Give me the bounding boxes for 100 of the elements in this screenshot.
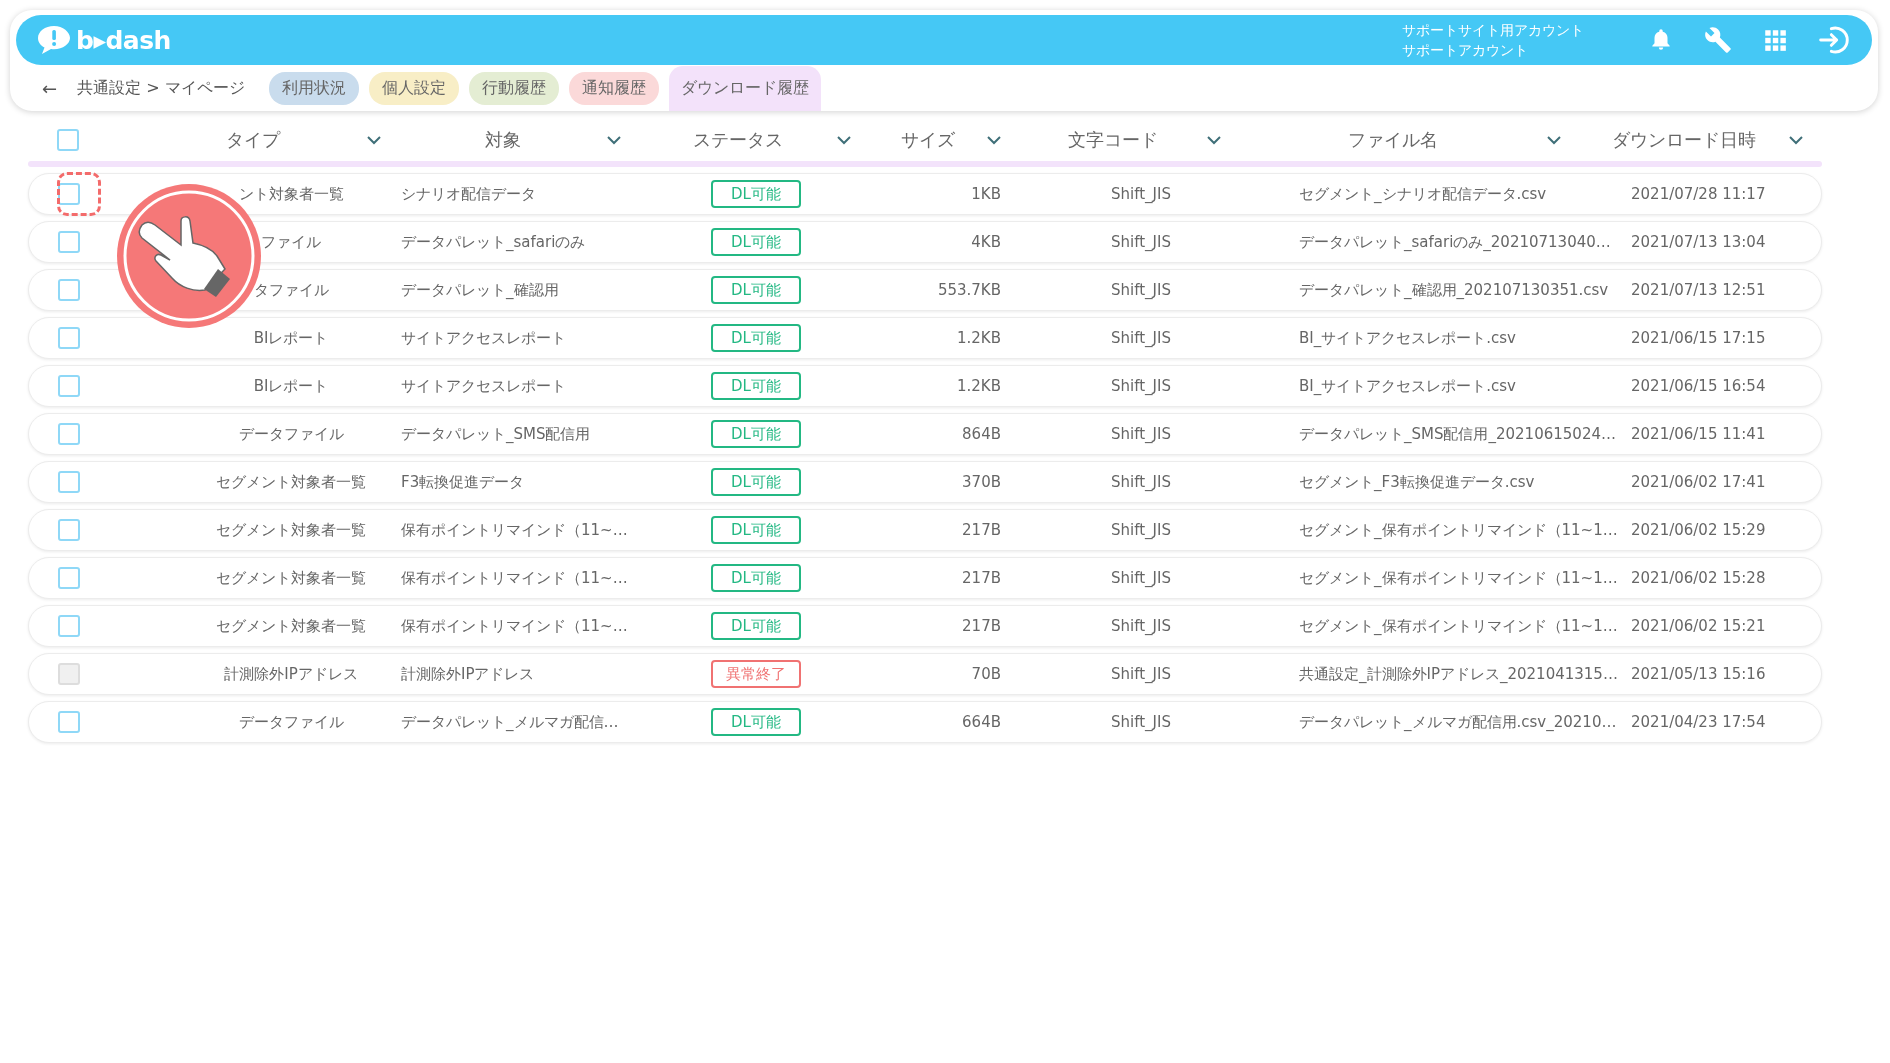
table-cell: 4KB [971,233,1001,251]
column-header[interactable]: タイプ [140,128,366,152]
table-cell: 1KB [971,185,1001,203]
table-cell: サイトアクセスレポート [401,328,566,348]
table-cell: セグメント_保有ポイントリマインド（11~1… [1299,520,1618,540]
table-cell: 保有ポイントリマインド（11~… [401,520,628,540]
checkbox[interactable] [58,471,80,493]
table-cell: セグメント対象者一覧 [216,568,366,588]
speech-bubble-icon [36,24,72,56]
table-cell: 217B [962,521,1001,539]
column-header[interactable]: ステータス [640,128,836,152]
status-badge: DL可能 [711,468,801,496]
chevron-down-icon[interactable] [366,135,382,145]
table-cell: 計測除外IPアドレス [224,664,358,684]
tab[interactable]: 利用状況 [268,71,359,105]
back-button[interactable]: ← [42,77,58,99]
checkbox[interactable] [58,423,80,445]
table-cell: データファイル [238,424,344,444]
chevron-down-icon[interactable] [606,135,622,145]
checkbox[interactable] [58,567,80,589]
table-cell: データパレット_確認用_202107130351.csv [1299,280,1609,300]
column-header[interactable]: ファイル名 [1240,128,1546,152]
chevron-down-icon[interactable] [836,135,852,145]
checkbox[interactable] [58,519,80,541]
table-cell: 664B [962,713,1001,731]
checkbox[interactable] [58,279,80,301]
table-cell: 2021/06/15 17:15 [1631,329,1766,347]
table-cell: データパレット_safariのみ [401,232,586,252]
tab[interactable]: 個人設定 [368,71,459,105]
table-cell: データファイル [238,712,344,732]
status-badge: DL可能 [711,180,801,208]
column-header[interactable]: ダウンロード日時 [1580,128,1788,152]
chevron-down-icon[interactable] [986,135,1002,145]
checkbox[interactable] [58,231,80,253]
status-badge: DL可能 [711,708,801,736]
table-cell: 保有ポイントリマインド（11~… [401,616,628,636]
tab[interactable]: 行動履歴 [468,71,559,105]
chevron-down-icon[interactable] [1206,135,1222,145]
table-cell: データパレット_メルマガ配信用.csv_20210… [1299,712,1617,732]
table-cell: 2021/07/28 11:17 [1631,185,1766,203]
table-cell: Shift_JIS [1111,281,1171,299]
table-cell: 370B [962,473,1001,491]
table-cell: Shift_JIS [1111,713,1171,731]
table-cell: F3転換促進データ [401,472,525,492]
checkbox[interactable] [58,615,80,637]
table-cell: Shift_JIS [1111,569,1171,587]
table-cell: データパレット_確認用 [401,280,559,300]
checkbox[interactable] [58,711,80,733]
table-cell: ント対象者一覧 [238,184,344,204]
table-cell: 2021/06/02 17:41 [1631,473,1766,491]
table-cell: 計測除外IPアドレス [401,664,535,684]
table-cell: シナリオ配信データ [401,184,536,204]
table-cell: タファイル [253,280,329,300]
checkbox[interactable] [58,375,80,397]
checkbox[interactable] [58,327,80,349]
table-cell: BIレポート [253,376,329,396]
table-cell: セグメント_保有ポイントリマインド（11~1… [1299,568,1618,588]
table-cell: Shift_JIS [1111,521,1171,539]
table-cell: 共通設定_計測除外IPアドレス_2021041315… [1299,664,1618,684]
checkbox[interactable] [57,129,79,151]
table-cell: Shift_JIS [1111,665,1171,683]
tab[interactable]: ダウンロード履歴 [668,66,821,111]
status-badge: DL可能 [711,372,801,400]
column-header[interactable]: サイズ [870,128,986,152]
column-header[interactable]: 文字コード [1020,128,1206,152]
table-cell: データパレット_safariのみ_20210713040… [1299,232,1611,252]
table-cell: 70B [971,665,1001,683]
table-cell: 2021/06/02 15:29 [1631,521,1766,539]
apps-grid-icon[interactable] [1762,27,1788,53]
table-cell: BIレポート [253,328,329,348]
table-cell: Shift_JIS [1111,377,1171,395]
tab[interactable]: 通知履歴 [568,71,659,105]
column-header[interactable]: 対象 [400,128,606,152]
status-badge: DL可能 [711,612,801,640]
table-cell: Shift_JIS [1111,233,1171,251]
breadcrumb: 共通設定 > マイページ [77,77,245,99]
status-badge: DL可能 [711,420,801,448]
chevron-down-icon[interactable] [1788,135,1804,145]
checkbox[interactable] [58,183,80,205]
chevron-down-icon[interactable] [1546,135,1562,145]
table-cell: データパレット_SMS配信用_20210615024… [1299,424,1616,444]
sign-in-icon[interactable] [1818,24,1850,56]
table-cell: 2021/06/15 16:54 [1631,377,1766,395]
table-cell: 2021/06/15 11:41 [1631,425,1766,443]
table-cell: 217B [962,569,1001,587]
table-cell: Shift_JIS [1111,425,1171,443]
status-badge: 異常終了 [711,660,801,688]
table-cell: サイトアクセスレポート [401,376,566,396]
status-badge: DL可能 [711,516,801,544]
table-cell: Shift_JIS [1111,329,1171,347]
status-badge: DL可能 [711,324,801,352]
status-badge: DL可能 [711,564,801,592]
table-cell: データパレット_SMS配信用 [401,424,591,444]
table-cell: BI_サイトアクセスレポート.csv [1299,376,1516,396]
table-cell: Shift_JIS [1111,473,1171,491]
table-cell: 864B [962,425,1001,443]
table-cell: 2021/05/13 15:16 [1631,665,1766,683]
table-cell: 217B [962,617,1001,635]
table-cell: BI_サイトアクセスレポート.csv [1299,328,1516,348]
wrench-icon[interactable] [1704,26,1732,54]
